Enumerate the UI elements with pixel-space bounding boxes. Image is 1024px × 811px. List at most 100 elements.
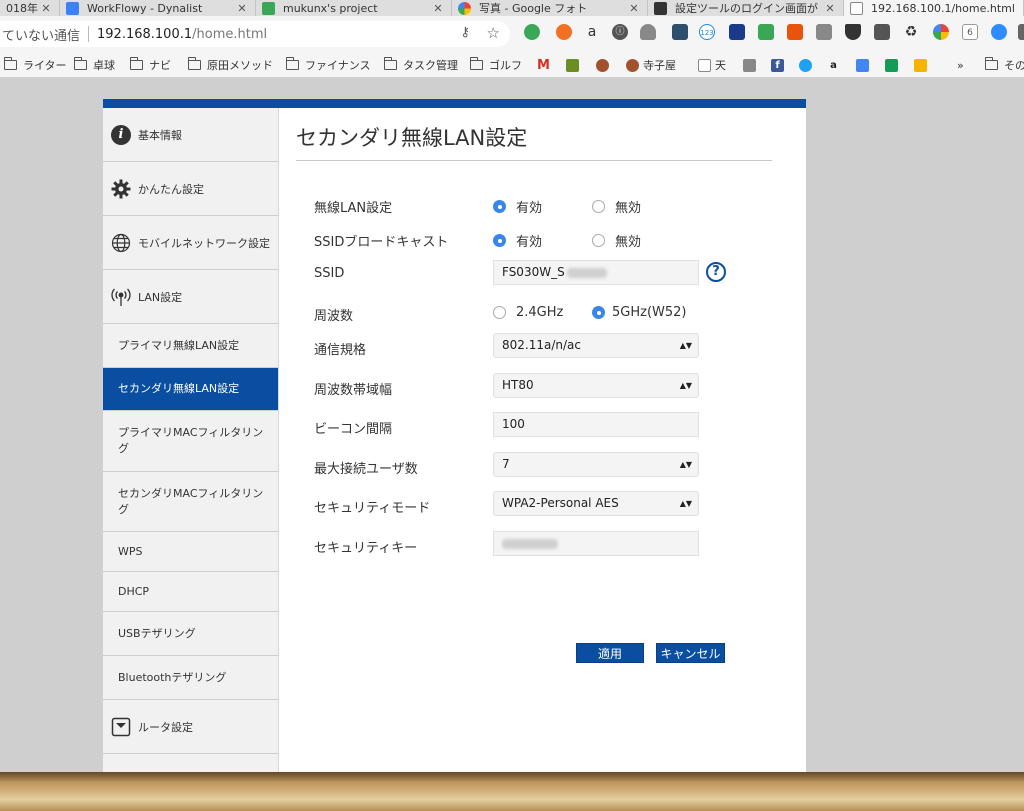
bookmark-site[interactable] [566,57,583,73]
frequency-24ghz-radio[interactable]: 2.4GHz [493,305,563,320]
bookmark-sheets[interactable] [885,57,902,73]
flag-icon[interactable] [729,24,745,40]
sidebar-item-label: プライマリMACフィルタリング [118,426,264,455]
extension-icon[interactable] [1018,24,1024,40]
bookmark-docs[interactable] [856,57,873,73]
bookmark-label: ライター [23,59,67,72]
ssid-input[interactable]: FS030W_S [493,260,699,285]
sidebar-item-more[interactable] [103,754,278,772]
sidebar-item-primary-wlan[interactable]: プライマリ無線LAN設定 [103,324,278,368]
security-indicator[interactable]: ていない通信 [0,25,80,44]
cloud-icon[interactable] [640,24,656,40]
bookmarks-overflow[interactable]: » [957,57,964,73]
ssid-broadcast-disable-radio[interactable]: 無効 [592,231,641,250]
router-settings-page: i 基本情報 かんたん設定 モバイルネットワーク設定 LAN設定 プライマリ無線… [103,99,806,772]
sidebar-item-primary-mac-filter[interactable]: プライマリMACフィルタリング [103,411,278,472]
color-icon[interactable] [933,24,949,40]
tab-2018[interactable]: 018年 ✕ [0,0,60,16]
divider [88,26,90,42]
redacted-text [502,538,558,549]
sidebar-item-label: USBテザリング [118,626,196,640]
sidebar-item-usb-tethering[interactable]: USBテザリング [103,612,278,656]
tab-login-article[interactable]: 設定ツールのログイン画面が ✕ [648,0,844,16]
frequency-5ghz-radio[interactable]: 5GHz(W52) [592,305,686,320]
bookmark-twitter[interactable] [799,57,816,73]
sidebar-item-secondary-wlan[interactable]: セカンダリ無線LAN設定 [103,368,278,411]
close-icon[interactable]: ✕ [627,2,641,15]
sidebar-item-mobile-network[interactable]: モバイルネットワーク設定 [103,216,278,270]
bookmark-label: 卓球 [93,59,115,72]
pocket-icon[interactable] [845,24,861,40]
max-users-select[interactable]: 7 ▲▼ [493,452,699,477]
wireless-lan-disable-radio[interactable]: 無効 [592,197,641,216]
google-photos-icon [458,1,471,15]
sidebar-item-label: LAN設定 [138,290,183,304]
tab-home-active[interactable]: 192.168.100.1/home.html [844,0,1024,16]
close-icon[interactable]: ✕ [823,2,837,15]
cancel-button[interactable]: キャンセル [656,643,725,663]
close-icon[interactable]: ✕ [431,2,445,15]
recycle-icon[interactable]: ♻ [903,24,919,40]
tab-title: 018年 [6,2,38,15]
folder-icon [383,57,397,70]
bookmark-star-icon[interactable]: ☆ [487,24,500,42]
radio-checked-icon [493,234,506,247]
evernote-icon[interactable] [524,24,540,40]
bookmark-slides[interactable] [914,57,931,73]
bookmark-amazon[interactable]: a [827,57,844,73]
zoom-icon[interactable] [991,24,1007,40]
sidebar-item-secondary-mac-filter[interactable]: セカンダリMACフィルタリング [103,472,278,532]
info-icon[interactable]: ⓘ [612,24,628,40]
close-icon[interactable]: ✕ [39,2,53,15]
sidebar-item-easy-setup[interactable]: かんたん設定 [103,162,278,216]
apply-button[interactable]: 適用 [576,643,644,663]
sidebar-item-bluetooth-tethering[interactable]: Bluetoothテザリング [103,656,278,700]
sidebar-item-dhcp[interactable]: DHCP [103,572,278,612]
bookmark-facebook[interactable]: f [771,57,788,73]
map-icon[interactable] [874,24,890,40]
key-icon[interactable]: ⚷ [460,25,470,40]
amazon-icon[interactable]: a [584,24,600,40]
bookmark-golf[interactable]: ゴルフ [469,57,522,73]
sidebar-item-router-settings[interactable]: ルータ設定 [103,700,278,754]
bandwidth-select[interactable]: HT80 ▲▼ [493,373,699,398]
security-key-input[interactable] [493,531,699,556]
bookmark-cookie[interactable] [596,57,613,73]
sidebar-item-wps[interactable]: WPS [103,532,278,572]
counter-icon[interactable]: 123 [699,24,715,40]
document-icon[interactable] [816,24,832,40]
address-bar[interactable]: ていない通信 192.168.100.1/home.html ⚷ ☆ [0,21,510,47]
sidebar-item-label: モバイルネットワーク設定 [138,236,270,250]
tag-icon[interactable] [758,24,774,40]
calendar-icon[interactable]: 6 [962,24,978,40]
ssid-broadcast-enable-radio[interactable]: 有効 [493,231,542,250]
sheets-icon [885,58,898,72]
security-mode-select[interactable]: WPA2-Personal AES ▲▼ [493,491,699,516]
refresh-icon[interactable] [556,24,572,40]
camera-icon[interactable] [672,24,688,40]
sidebar-item-lan[interactable]: LAN設定 [103,270,278,324]
bookmark-navi[interactable]: ナビ [129,57,171,73]
bookmark-other[interactable]: その [984,57,1024,73]
bookmark-gmail[interactable]: M [537,57,554,73]
sidebar-item-basic-info[interactable]: i 基本情報 [103,108,278,162]
radio-label: 有効 [516,235,543,250]
beacon-interval-input[interactable]: 100 [493,412,699,437]
bookmark-tabletennis[interactable]: 卓球 [73,57,115,73]
bookmark-terakoya[interactable]: 寺子屋 [626,57,676,73]
bookmark-ten[interactable]: 天 [698,57,726,73]
bookmark-harada[interactable]: 原田メソッド [187,57,273,73]
tab-workflowy[interactable]: WorkFlowy - Dynalist ✕ [60,0,256,16]
bookmark-finance[interactable]: ファイナンス [285,57,371,73]
bookmark-icon[interactable] [787,24,803,40]
tab-mukunx-project[interactable]: mukunx's project ✕ [256,0,452,16]
help-icon[interactable]: ? [706,262,726,282]
close-icon[interactable]: ✕ [235,2,249,15]
standard-select[interactable]: 802.11a/n/ac ▲▼ [493,333,699,358]
sidebar: i 基本情報 かんたん設定 モバイルネットワーク設定 LAN設定 プライマリ無線… [103,108,279,772]
tab-google-photos[interactable]: 写真 - Google フォト ✕ [452,0,648,16]
bookmark-site2[interactable] [743,57,760,73]
bookmark-tasks[interactable]: タスク管理 [383,57,458,73]
bookmark-writer[interactable]: ライター [3,57,67,73]
wireless-lan-enable-radio[interactable]: 有効 [493,197,542,216]
